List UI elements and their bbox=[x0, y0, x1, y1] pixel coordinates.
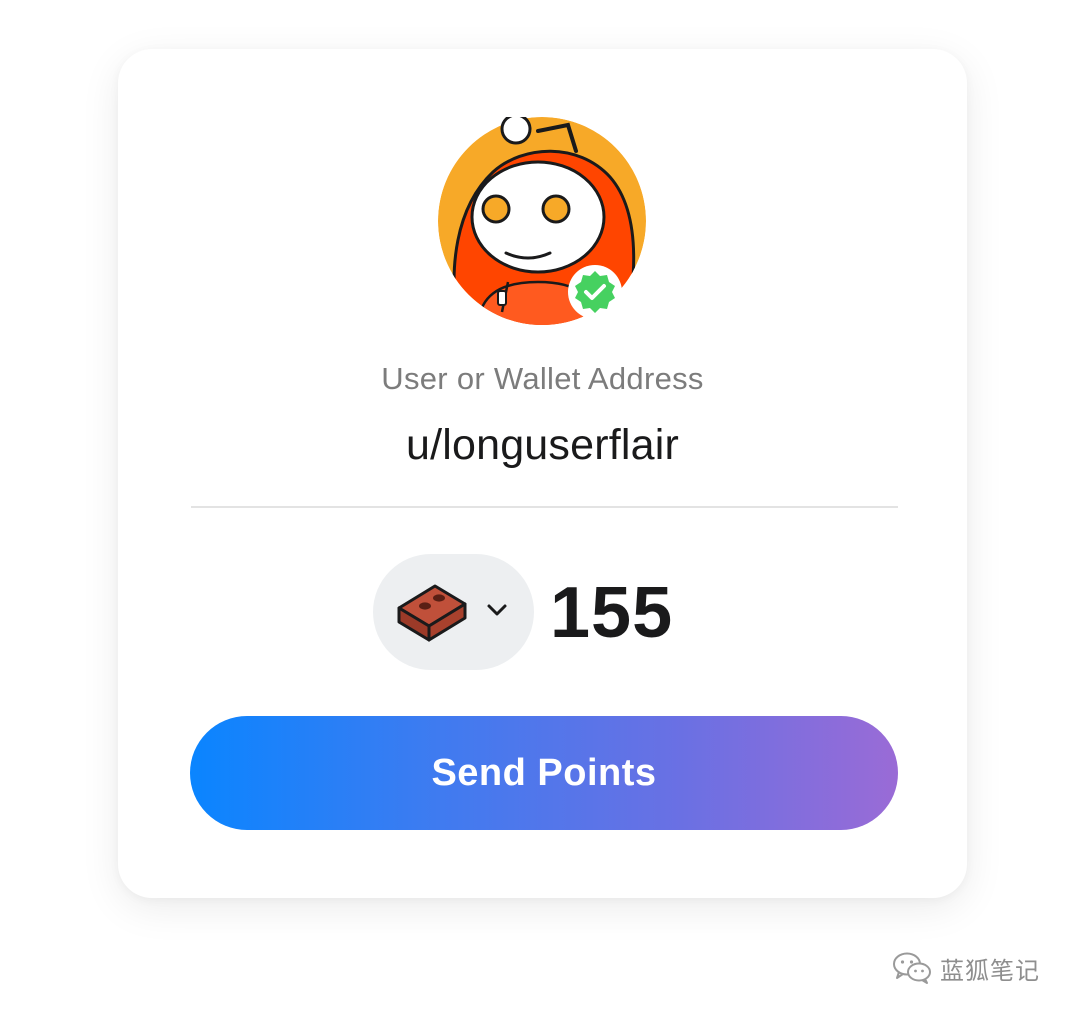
wechat-icon bbox=[893, 952, 931, 984]
page: User or Wallet Address u/longuserflair 1… bbox=[0, 0, 1080, 1016]
avatar bbox=[438, 117, 650, 329]
watermark-text: 蓝狐笔记 bbox=[940, 956, 1040, 985]
address-input[interactable]: u/longuserflair bbox=[118, 421, 967, 470]
address-label: User or Wallet Address bbox=[381, 361, 704, 396]
chevron-down-icon bbox=[487, 604, 507, 616]
amount-row: 155 bbox=[118, 554, 967, 670]
token-selector[interactable] bbox=[373, 554, 534, 670]
divider bbox=[191, 506, 898, 508]
send-points-button[interactable]: Send Points bbox=[190, 716, 898, 830]
send-points-card: User or Wallet Address u/longuserflair 1… bbox=[118, 49, 967, 898]
brick-icon bbox=[397, 584, 467, 642]
amount-input[interactable]: 155 bbox=[550, 568, 673, 658]
watermark: 蓝狐笔记 bbox=[892, 948, 1040, 988]
verified-check-badge-icon bbox=[568, 265, 622, 319]
